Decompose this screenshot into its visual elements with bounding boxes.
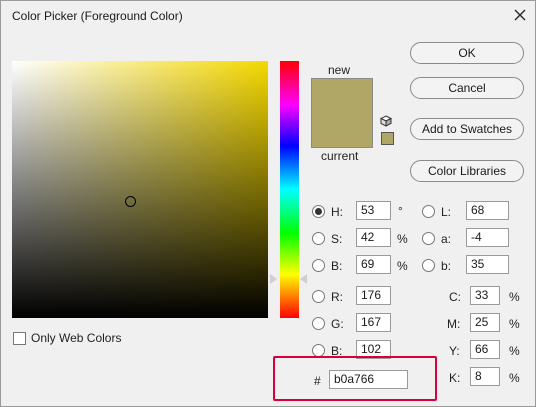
brightness-unit: % — [397, 259, 408, 273]
cancel-button[interactable]: Cancel — [410, 77, 524, 99]
green-input[interactable]: 167 — [356, 313, 391, 332]
close-icon[interactable] — [509, 4, 531, 26]
red-input[interactable]: 176 — [356, 286, 391, 305]
black-label: K: — [449, 371, 461, 385]
green-radio[interactable] — [312, 317, 325, 330]
saturation-radio[interactable] — [312, 232, 325, 245]
hex-label: # — [314, 374, 321, 388]
new-color-swatch — [312, 79, 372, 113]
lab-a-label: a: — [441, 232, 452, 246]
red-label: R: — [331, 290, 343, 304]
hue-slider[interactable] — [280, 61, 299, 318]
color-field-marker[interactable] — [125, 196, 136, 207]
hue-radio[interactable] — [312, 205, 325, 218]
hue-slider-left-handle[interactable] — [270, 274, 277, 284]
hue-input[interactable]: 53 — [356, 201, 391, 220]
black-unit: % — [509, 371, 520, 385]
brightness-radio[interactable] — [312, 259, 325, 272]
green-label: G: — [331, 317, 344, 331]
only-web-colors-label: Only Web Colors — [31, 331, 122, 345]
lab-b-label: b: — [441, 259, 452, 273]
hue-slider-right-handle[interactable] — [300, 274, 307, 284]
lab-a-radio[interactable] — [422, 232, 435, 245]
yellow-label: Y: — [449, 344, 460, 358]
brightness-label: B: — [331, 259, 343, 273]
cyan-label: C: — [449, 290, 461, 304]
only-web-colors-checkbox[interactable] — [13, 332, 26, 345]
cube-warning-icon[interactable] — [379, 115, 393, 127]
ok-button[interactable]: OK — [410, 42, 524, 64]
hue-unit: ° — [398, 204, 403, 218]
saturation-label: S: — [331, 232, 343, 246]
brightness-input[interactable]: 69 — [356, 255, 391, 274]
cyan-unit: % — [509, 290, 520, 304]
hue-label: H: — [331, 205, 343, 219]
lab-b-radio[interactable] — [422, 259, 435, 272]
yellow-unit: % — [509, 344, 520, 358]
color-preview-swatch — [311, 78, 373, 148]
new-label: new — [328, 63, 351, 77]
current-label: current — [321, 149, 359, 163]
web-safe-color-swatch[interactable] — [381, 132, 394, 145]
black-input[interactable]: 8 — [470, 367, 500, 386]
lab-l-input[interactable]: 68 — [466, 201, 509, 220]
red-radio[interactable] — [312, 290, 325, 303]
lab-a-input[interactable]: -4 — [466, 228, 509, 247]
color-field[interactable] — [12, 61, 268, 318]
saturation-input[interactable]: 42 — [356, 228, 391, 247]
add-to-swatches-button[interactable]: Add to Swatches — [410, 118, 524, 140]
hex-input[interactable]: b0a766 — [329, 370, 408, 389]
lab-l-radio[interactable] — [422, 205, 435, 218]
lab-l-label: L: — [441, 205, 452, 219]
cyan-input[interactable]: 33 — [470, 286, 500, 305]
window-title: Color Picker (Foreground Color) — [12, 9, 183, 23]
magenta-unit: % — [509, 317, 520, 331]
saturation-unit: % — [397, 232, 408, 246]
color-libraries-button[interactable]: Color Libraries — [410, 160, 524, 182]
magenta-input[interactable]: 25 — [470, 313, 500, 332]
lab-b-input[interactable]: 35 — [466, 255, 509, 274]
yellow-input[interactable]: 66 — [470, 340, 500, 359]
color-picker-dialog: Color Picker (Foreground Color) new curr… — [0, 0, 536, 407]
current-color-swatch[interactable] — [312, 113, 372, 147]
magenta-label: M: — [447, 317, 461, 331]
